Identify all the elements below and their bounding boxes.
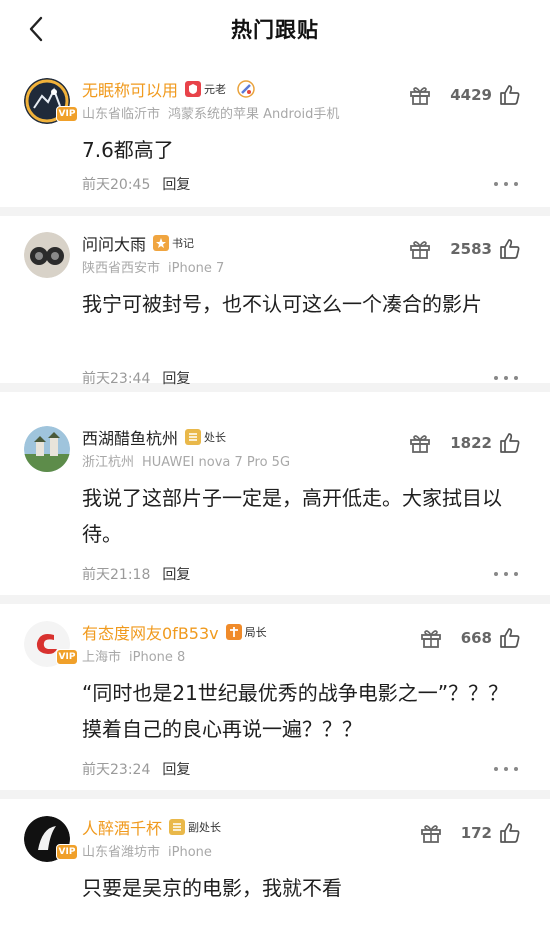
badge-label: 书记 [172, 237, 195, 250]
thumbs-up-icon[interactable] [498, 237, 522, 261]
badge-label: 元老 [204, 83, 227, 96]
shield-badge-icon [185, 81, 202, 97]
username[interactable]: 无眠称可以用 [82, 77, 178, 101]
back-button[interactable] [22, 15, 50, 43]
avatar[interactable] [24, 232, 70, 278]
comment-item: 西湖醋鱼杭州 处长 浙江杭州 HUAWEI nova 7 Pro 5G 1822 … [0, 410, 550, 604]
timestamp: 前天20:45 [82, 177, 151, 193]
comment-text: 我说了这部片子一定是，高开低走。大家拭目以待。 [82, 486, 502, 546]
comment-footer: 前天23:44 回复 [82, 368, 190, 388]
device: iPhone [168, 845, 212, 860]
like-count: 2583 [450, 240, 492, 258]
username[interactable]: 西湖醋鱼杭州 [82, 425, 178, 449]
comment-item: VIP 有态度网友0fB53v 局长 上海市 iPhone 8 668 “同时也是… [0, 605, 550, 799]
reply-button[interactable]: 回复 [162, 368, 190, 388]
more-options-button[interactable] [494, 373, 518, 383]
reply-button[interactable]: 回复 [162, 759, 190, 779]
like-count: 4429 [450, 86, 492, 104]
user-title-badge: 处长 [185, 429, 226, 445]
location: 山东省潍坊市 [82, 845, 161, 860]
thumbs-up-icon[interactable] [498, 431, 522, 455]
user-meta: 上海市 iPhone 8 [82, 646, 185, 665]
page-title: 热门跟贴 [231, 18, 319, 42]
location: 浙江杭州 [82, 455, 135, 470]
comment-item: 问问大雨 书记 陕西省西安市 iPhone 7 2583 我宁可被封号，也不认可这… [0, 216, 550, 392]
badge-label: 处长 [204, 431, 227, 444]
more-options-button[interactable] [494, 569, 518, 579]
reply-button[interactable]: 回复 [162, 564, 190, 584]
rank-badge-icon [153, 235, 170, 251]
timestamp: 前天21:18 [82, 567, 151, 583]
comment-item: VIP 无眠称可以用 元老 山东省临沂市 鸿蒙系统的苹果 Android手机 44… [0, 62, 550, 216]
user-title-badge: 元老 [185, 81, 226, 97]
more-options-button[interactable] [494, 764, 518, 774]
user-meta: 浙江杭州 HUAWEI nova 7 Pro 5G [82, 451, 290, 470]
rank-badge-icon [169, 819, 186, 835]
comment-footer: 前天20:45 回复 [82, 174, 190, 194]
reply-button[interactable]: 回复 [162, 174, 190, 194]
like-count: 172 [460, 824, 492, 842]
header-bar: 热门跟贴 [0, 0, 550, 58]
badge-label: 副处长 [188, 821, 222, 834]
vip-badge: VIP [56, 844, 78, 860]
user-title-badge: 书记 [153, 235, 194, 251]
thumbs-up-icon[interactable] [498, 626, 522, 650]
badge-label: 局长 [244, 626, 267, 639]
device: 鸿蒙系统的苹果 Android手机 [168, 107, 340, 122]
timestamp: 前天23:24 [82, 762, 151, 778]
location: 上海市 [82, 650, 122, 665]
comment-footer: 前天23:24 回复 [82, 759, 190, 779]
user-meta: 山东省临沂市 鸿蒙系统的苹果 Android手机 [82, 103, 339, 122]
like-count: 668 [460, 629, 492, 647]
username[interactable]: 问问大雨 [82, 231, 146, 255]
comment-text: 7.6都高了 [82, 138, 174, 162]
username[interactable]: 有态度网友0fB53v [82, 620, 219, 644]
gift-icon[interactable] [419, 626, 443, 650]
device: HUAWEI nova 7 Pro 5G [142, 455, 291, 470]
location: 山东省临沂市 [82, 107, 161, 122]
gift-icon[interactable] [419, 821, 443, 845]
device: iPhone 8 [129, 650, 186, 665]
thumbs-up-icon[interactable] [498, 83, 522, 107]
comment-footer: 前天21:18 回复 [82, 564, 190, 584]
comment-text: 只要是吴京的电影，我就不看 [82, 876, 342, 900]
gift-icon[interactable] [408, 83, 432, 107]
comment-text: 我宁可被封号，也不认可这么一个凑合的影片 [82, 292, 482, 316]
comment-text: “同时也是21世纪最优秀的战争电影之一”？？？摸着自己的良心再说一遍？？？ [82, 681, 509, 741]
like-count: 1822 [450, 434, 492, 452]
vip-badge: VIP [56, 649, 78, 665]
thumbs-up-icon[interactable] [498, 821, 522, 845]
timestamp: 前天23:44 [82, 371, 151, 387]
gift-icon[interactable] [408, 237, 432, 261]
location: 陕西省西安市 [82, 261, 161, 276]
user-title-badge: 副处长 [169, 819, 221, 835]
comment-item: VIP 人醉酒千杯 副处长 山东省潍坊市 iPhone 172 只要是吴京的电影，… [0, 800, 550, 940]
user-meta: 山东省潍坊市 iPhone [82, 841, 212, 860]
gift-icon[interactable] [408, 431, 432, 455]
chevron-left-icon [29, 16, 43, 42]
rank-badge-icon [225, 624, 242, 640]
user-title-badge: 局长 [225, 624, 267, 640]
username[interactable]: 人醉酒千杯 [82, 815, 162, 839]
vip-badge: VIP [56, 106, 78, 122]
device: iPhone 7 [168, 261, 225, 276]
user-meta: 陕西省西安市 iPhone 7 [82, 257, 224, 276]
more-options-button[interactable] [494, 179, 518, 189]
rank-badge-icon [185, 429, 202, 445]
avatar[interactable] [24, 426, 70, 472]
medal-icon [236, 79, 256, 99]
